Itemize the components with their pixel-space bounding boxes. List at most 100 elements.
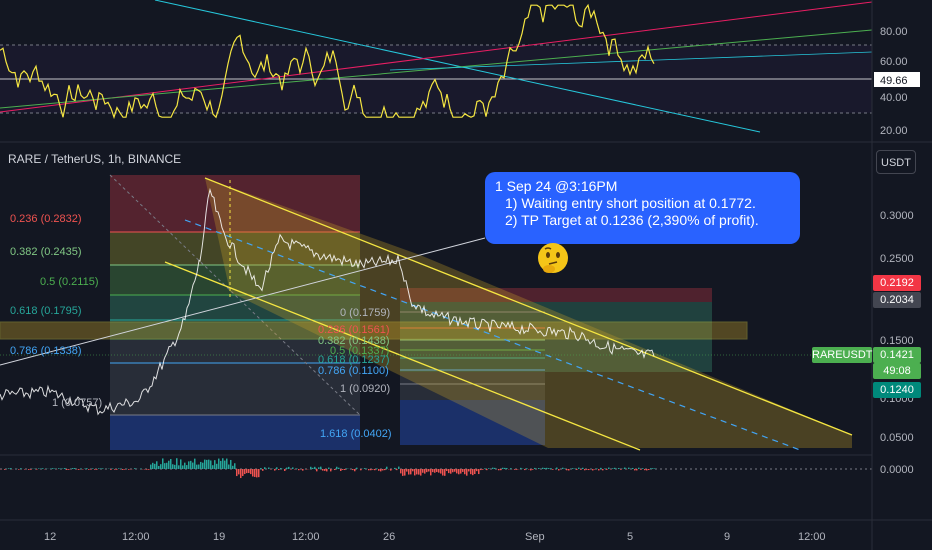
macd-bar (202, 462, 204, 469)
fib-label: 0.5 (0.2115) (40, 276, 99, 288)
macd-bar (326, 469, 328, 472)
macd-bar (484, 468, 486, 469)
time-tick: 12 (44, 531, 56, 543)
macd-bar (642, 468, 644, 469)
macd-bar (192, 462, 194, 469)
macd-bar (244, 469, 246, 475)
macd-bar (648, 469, 650, 470)
macd-bar (354, 469, 356, 472)
macd-bar (148, 469, 150, 470)
macd-bar (586, 469, 588, 470)
macd-bar (186, 465, 188, 469)
macd-bar (620, 469, 622, 470)
symbol-title[interactable]: RARE / TetherUS, 1h, BINANCE (8, 152, 181, 166)
macd-bar (636, 469, 638, 471)
macd-bar (360, 469, 362, 471)
fib-label: 1 (0.0920) (340, 383, 390, 395)
macd-bar (102, 468, 104, 469)
fib-label: 0 (0.1759) (340, 307, 390, 319)
macd-bar (530, 469, 532, 471)
fib-label: 0.786 (0.1338) (10, 345, 82, 357)
time-tick: 26 (383, 531, 395, 543)
macd-bar (154, 463, 156, 469)
macd-bar (386, 466, 388, 469)
macd-bar (36, 469, 38, 470)
macd-bar (602, 469, 604, 471)
macd-bar (66, 469, 68, 470)
macd-bar (460, 469, 462, 474)
macd-bar (428, 469, 430, 472)
macd-bar (390, 469, 392, 471)
macd-bar (406, 469, 408, 472)
macd-bar (480, 469, 482, 471)
macd-bar (434, 469, 436, 473)
macd-bar (170, 459, 172, 469)
macd-bar (420, 469, 422, 476)
macd-bar (262, 469, 264, 471)
macd-bar (114, 469, 116, 470)
macd-bar (248, 469, 250, 473)
fib-label: 1 (0.0757) (52, 397, 102, 409)
macd-bar (18, 469, 20, 470)
macd-bar (568, 469, 570, 471)
macd-bar (342, 469, 344, 470)
macd-bar (182, 465, 184, 469)
macd-bar (218, 458, 220, 469)
macd-bar (582, 467, 584, 469)
macd-bar (380, 469, 382, 472)
fib-label: 0.236 (0.2832) (10, 213, 82, 225)
time-tick: Sep (525, 531, 545, 543)
macd-bar (96, 469, 98, 470)
macd-bar (58, 468, 60, 469)
macd-bar (188, 461, 190, 469)
macd-bar (494, 467, 496, 469)
macd-bar (258, 469, 260, 478)
macd-bar (546, 467, 548, 469)
macd-bar (64, 468, 66, 469)
macd-bar (100, 468, 102, 469)
macd-bar (532, 469, 534, 470)
macd-bar (370, 469, 372, 471)
macd-bar (482, 469, 484, 470)
macd-bar (124, 469, 126, 470)
price-tag-grey: 0.2034 (873, 292, 921, 308)
macd-bar (284, 469, 286, 472)
macd-bar (352, 469, 354, 471)
macd-bar (422, 469, 424, 473)
price-tag-red: 0.2192 (873, 275, 921, 291)
macd-bar (318, 467, 320, 469)
macd-bar (98, 468, 100, 469)
macd-bar (344, 469, 346, 471)
time-tick: 9 (724, 531, 730, 543)
macd-bar (476, 469, 478, 472)
macd-bar (612, 468, 614, 469)
currency-button[interactable]: USDT (876, 150, 916, 174)
macd-bar (110, 469, 112, 470)
macd-bar (210, 460, 212, 469)
macd-bar (412, 469, 414, 472)
macd-bar (584, 469, 586, 471)
macd-bar (156, 461, 158, 469)
macd-bar (614, 467, 616, 469)
macd-bar (402, 469, 404, 476)
macd-bar (246, 469, 248, 474)
macd-bar (452, 469, 454, 473)
macd-bar (280, 467, 282, 469)
price-tick: 0.3000 (880, 210, 914, 222)
macd-bar (562, 467, 564, 469)
fib-label: 0.382 (0.2435) (10, 246, 82, 258)
macd-bar (456, 469, 458, 474)
macd-bar (498, 469, 500, 471)
macd-bar (226, 458, 228, 469)
idea-callout: 1 Sep 24 @3:16PM 1) Waiting entry short … (485, 172, 800, 244)
macd-bar (580, 469, 582, 470)
macd-bar (94, 469, 96, 470)
macd-bar (310, 466, 312, 469)
macd-bar (440, 469, 442, 474)
macd-bar (454, 469, 456, 472)
symbol-tag: RAREUSDT (812, 347, 873, 363)
macd-bar (230, 459, 232, 469)
macd-bar (184, 462, 186, 469)
macd-bar (288, 466, 290, 469)
macd-bar (604, 468, 606, 469)
